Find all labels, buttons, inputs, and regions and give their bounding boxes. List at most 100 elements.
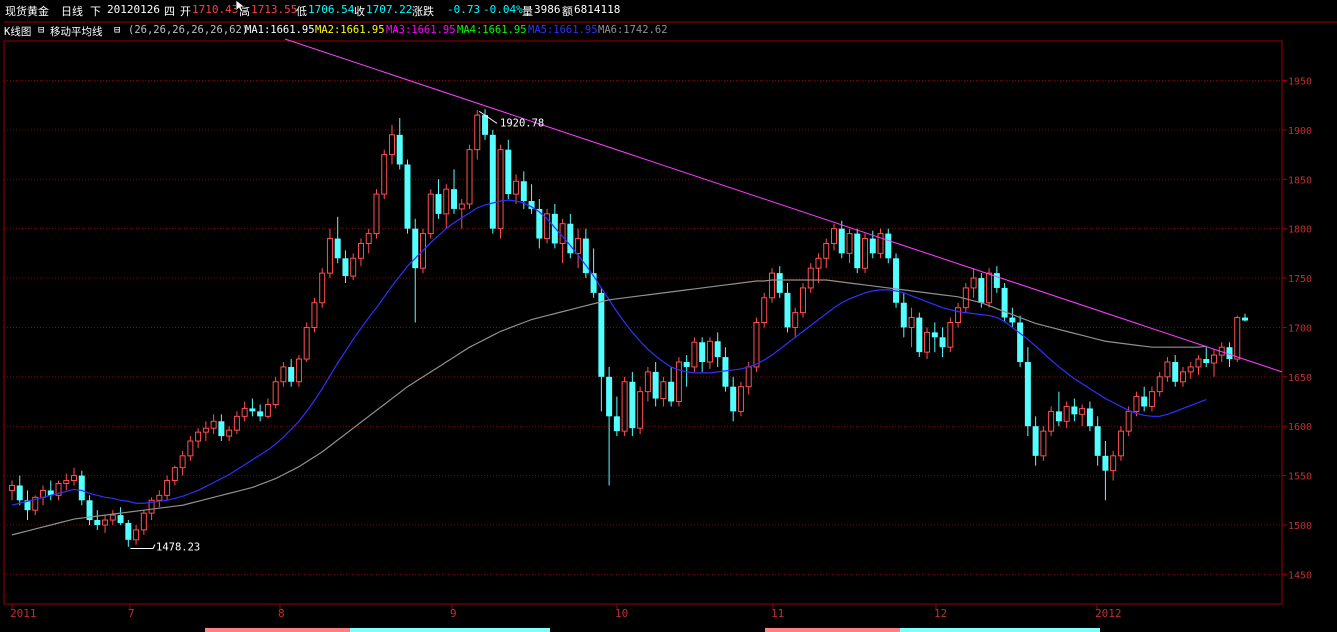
candle-body-up [947,322,954,348]
candle-body-up [202,427,209,433]
y-tick-label: 1550 [1288,472,1312,483]
candle-body-down [505,149,512,195]
candle-body-up [815,257,822,269]
candle-body-down [854,233,861,269]
candle-body-up [71,475,78,482]
candle-body-up [753,322,760,368]
candle-body-down [1226,347,1233,360]
candle-body-down [451,189,458,209]
candle-body-down [94,520,101,525]
y-tick-label: 1500 [1288,521,1312,532]
scroll-segment-red[interactable] [205,628,350,632]
candle-body-up [365,233,372,244]
candle-body-up [737,386,744,412]
candle-body-up [226,429,233,437]
candlestick-chart[interactable]: 1450 1500 1550 1600 1650 1700 1750 1800 1850 1900… [0,0,1337,632]
candle-body-down [1172,362,1179,382]
candle-body-up [846,233,853,254]
candle-body-up [109,514,116,521]
candle-body-down [1009,317,1016,323]
candle-body-down [714,341,721,358]
candle-body-down [489,134,496,229]
candle-body-down [699,342,706,363]
candle-body-down [117,515,124,524]
candle-body-up [877,233,884,254]
candle-body-up [458,203,465,210]
candle-body-up [908,317,915,328]
y-tick-label: 1850 [1288,175,1312,186]
candle-body-up [171,467,178,482]
candle-body-down [551,213,558,244]
candle-body-up [660,381,667,400]
candle-body-up [427,193,434,235]
scroll-segment-cyan[interactable] [350,628,550,632]
candle-body-down [900,302,907,328]
candle-body-up [102,519,109,526]
candle-body-down [1242,317,1248,321]
candle-body-up [862,238,869,269]
candle-body-down [613,416,620,432]
candle-body-down [683,362,690,367]
candle-body-up [164,480,171,496]
scroll-segment-red-2[interactable] [765,628,900,632]
candle-body-down [125,523,132,540]
candle-body-down [598,292,605,377]
candle-body-up [1040,430,1047,457]
high-annotation-label: 1920.78 [500,117,544,129]
trend-line [284,38,1283,373]
candle-body-up [799,287,806,314]
candle-body-up [373,193,380,235]
candle-body-up [156,494,163,501]
candle-body-down [435,194,442,214]
candle-body-down [1024,362,1031,427]
candle-body-up [691,341,698,368]
candle-body-up [1156,376,1163,393]
bottom-scroll-strip[interactable] [0,622,1337,632]
candle-body-down [893,258,900,303]
candle-body-up [807,267,814,289]
candle-body-down [342,258,349,277]
candle-body-down [412,228,419,269]
y-tick-label: 1600 [1288,422,1312,433]
y-tick-label: 1800 [1288,225,1312,236]
x-tick-label: 2012 [1095,607,1122,620]
candle-body-down [1017,322,1024,363]
candle-body-up [133,529,140,541]
low-annotation-label: 1478.23 [156,541,200,553]
candle-body-up [559,223,566,244]
candle-body-up [1125,410,1132,432]
candle-body-down [257,411,264,417]
plot-frame [3,40,1283,605]
candle-body-up [466,149,473,205]
candle-body-up [319,272,326,304]
candle-body-down [916,317,923,353]
candle-body-down [1086,408,1093,427]
candle-body-up [272,381,279,405]
scroll-segment-cyan-2[interactable] [900,628,1100,632]
candle-body-down [482,115,489,135]
x-tick-label: 12 [934,607,947,620]
candle-body-down [334,238,341,259]
x-tick-label: 9 [450,607,457,620]
candle-body-down [288,366,295,382]
candle-body-up [768,272,775,299]
y-tick-label: 1750 [1288,274,1312,285]
candle-body-up [311,302,318,328]
candle-body-up [1164,361,1171,378]
candle-body-down [629,381,636,429]
candle-body-down [722,357,729,387]
candle-body-up [970,277,977,289]
candle-body-down [1141,396,1148,407]
candle-body-up [761,297,768,323]
candle-body-up [474,114,481,151]
candle-body-up [924,331,931,353]
x-tick-label: 8 [278,607,285,620]
candle-body-up [264,403,271,417]
candle-body-down [1094,426,1101,456]
candle-body-up [1195,358,1202,368]
candle-body-down [730,386,737,412]
candle-body-up [675,361,682,403]
candle-body-up [350,257,357,277]
candle-body-up [831,228,837,244]
candle-body-up [326,238,333,274]
